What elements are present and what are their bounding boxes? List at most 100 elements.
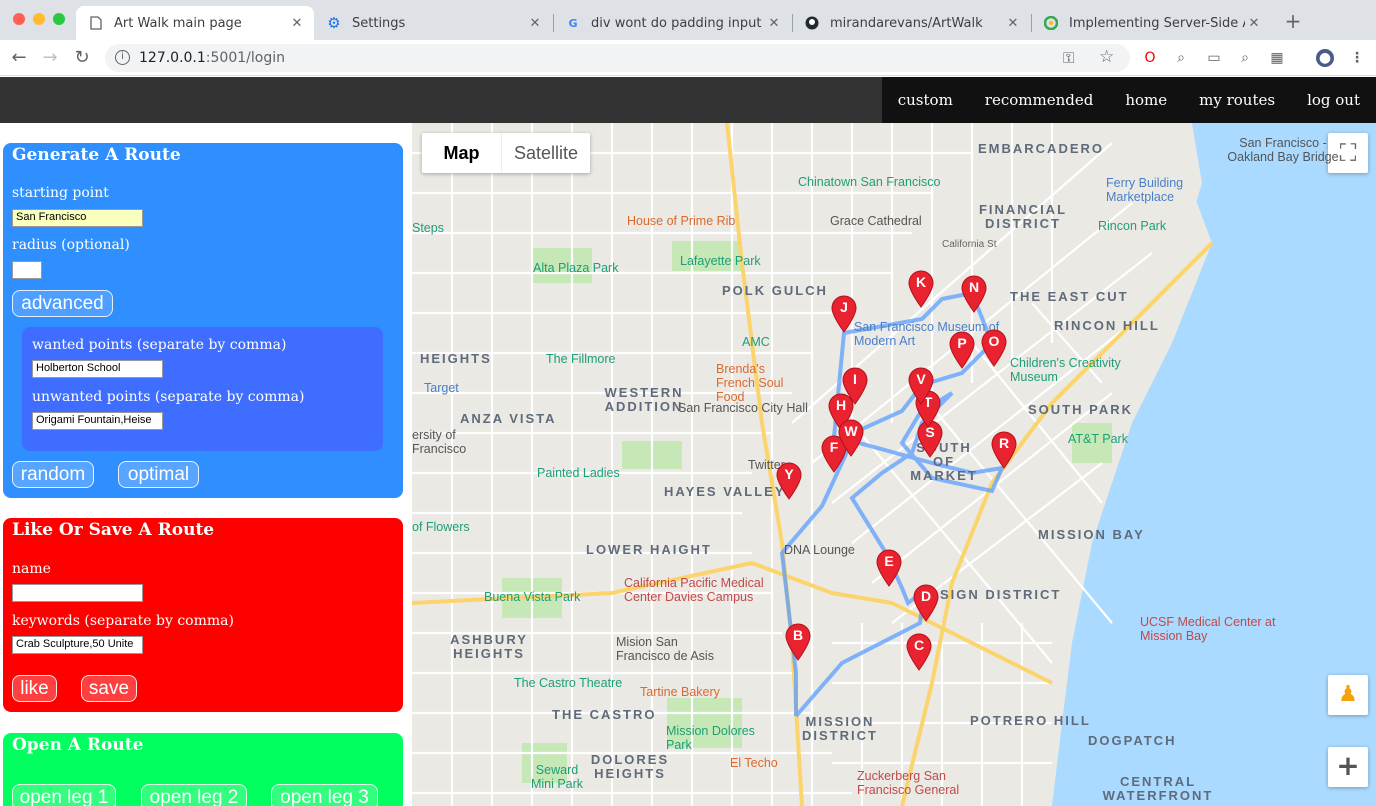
info-icon[interactable]: i — [115, 50, 130, 65]
extension-icon[interactable]: ▦ — [1268, 49, 1286, 67]
pegman-icon[interactable]: ♟ — [1328, 675, 1368, 715]
zoom-in-button[interactable]: + — [1328, 747, 1368, 787]
district-label: DOGPATCH — [1088, 733, 1177, 748]
district-label: HEIGHTS — [420, 351, 492, 366]
place-label: AT&T Park — [1068, 432, 1128, 446]
route-marker-j[interactable]: J — [831, 295, 857, 333]
satellite-button[interactable]: Satellite — [501, 133, 590, 173]
url-host: 127.0.0.1 — [139, 50, 206, 66]
route-marker-d[interactable]: D — [913, 584, 939, 622]
close-tab-icon[interactable]: ✕ — [1245, 16, 1263, 31]
name-label: name — [12, 561, 51, 577]
new-tab-button[interactable]: + — [1282, 10, 1304, 32]
url-text: 127.0.0.1:5001/login — [139, 50, 285, 66]
radius-label: radius (optional) — [12, 237, 130, 253]
district-label: MISSION DISTRICT — [802, 714, 878, 743]
tab-github[interactable]: mirandarevans/ArtWalk ✕ — [792, 6, 1030, 40]
open-leg-3-button[interactable]: open leg 3 — [271, 784, 378, 806]
route-marker-i[interactable]: I — [842, 367, 868, 405]
advanced-button[interactable]: advanced — [12, 290, 113, 317]
profile-avatar[interactable]: ● — [1316, 49, 1334, 67]
place-label: House of Prime Rib — [627, 214, 736, 228]
search-extension-icon-2[interactable]: ⌕ — [1236, 49, 1254, 67]
starting-point-input[interactable]: San Francisco — [12, 209, 143, 227]
tab-google-search[interactable]: G div wont do padding input - Go ✕ — [553, 6, 791, 40]
close-window-button[interactable] — [13, 13, 25, 25]
minimize-window-button[interactable] — [33, 13, 45, 25]
nav-my-routes[interactable]: my routes — [1183, 77, 1291, 123]
name-input[interactable] — [12, 584, 143, 602]
close-tab-icon[interactable]: ✕ — [1004, 16, 1022, 31]
route-marker-e[interactable]: E — [876, 549, 902, 587]
tab-title: Settings — [352, 15, 406, 31]
reload-icon[interactable]: ↻ — [72, 48, 92, 68]
place-label: Chinatown San Francisco — [798, 175, 941, 189]
key-icon[interactable]: ⚿ — [1063, 49, 1074, 67]
district-label: SOUTH PARK — [1028, 402, 1133, 417]
nav-log-out[interactable]: log out — [1291, 77, 1376, 123]
zoom-window-button[interactable] — [53, 13, 65, 25]
place-label: Ferry Building Marketplace — [1106, 176, 1184, 204]
omnibox[interactable]: i 127.0.0.1:5001/login ⚿ ☆ — [105, 44, 1130, 72]
open-route-panel: Open A Route open leg 1 open leg 2 open … — [3, 733, 403, 806]
close-tab-icon[interactable]: ✕ — [288, 16, 306, 31]
wanted-points-input[interactable]: Holberton School — [32, 360, 163, 378]
place-label: UCSF Medical Center at Mission Bay — [1140, 615, 1276, 643]
nav-custom[interactable]: custom — [882, 77, 969, 123]
route-marker-p[interactable]: P — [949, 331, 975, 369]
tab-title: Art Walk main page — [114, 15, 242, 31]
route-marker-o[interactable]: O — [981, 329, 1007, 367]
keywords-input[interactable]: Crab Sculpture,50 Unite — [12, 636, 143, 654]
open-leg-2-button[interactable]: open leg 2 — [141, 784, 247, 806]
screen-extension-icon[interactable]: ▭ — [1205, 49, 1223, 67]
tab-server-auth[interactable]: Implementing Server-Side Auth ✕ — [1031, 6, 1271, 40]
forward-arrow-icon[interactable]: → — [40, 48, 60, 68]
menu-kebab-icon[interactable]: ⋮ — [1348, 49, 1366, 67]
wanted-points-label: wanted points (separate by comma) — [32, 337, 287, 353]
nav-recommended[interactable]: recommended — [969, 77, 1110, 123]
random-button[interactable]: random — [12, 461, 94, 488]
nav-home[interactable]: home — [1109, 77, 1183, 123]
github-icon — [804, 15, 820, 31]
app-navbar: custom recommended home my routes log ou… — [0, 77, 1376, 123]
route-marker-y[interactable]: Y — [776, 462, 802, 500]
map-type-toggle: Map Satellite — [422, 133, 590, 173]
street-label: California St — [942, 239, 997, 250]
opera-icon[interactable]: O — [1141, 49, 1159, 67]
route-marker-k[interactable]: K — [908, 270, 934, 308]
route-marker-c[interactable]: C — [906, 633, 932, 671]
district-label: ANZA VISTA — [460, 411, 557, 426]
open-leg-1-button[interactable]: open leg 1 — [12, 784, 116, 806]
gear-icon: ⚙ — [327, 14, 341, 32]
like-button[interactable]: like — [12, 675, 57, 702]
district-label: LOWER HAIGHT — [586, 542, 712, 557]
site-icon — [1043, 15, 1059, 31]
radius-input[interactable] — [12, 261, 42, 279]
district-label: POLK GULCH — [722, 283, 828, 298]
tab-settings[interactable]: ⚙ Settings ✕ — [314, 6, 552, 40]
unwanted-points-label: unwanted points (separate by comma) — [32, 389, 305, 405]
route-marker-w[interactable]: W — [838, 419, 864, 457]
place-label: DNA Lounge — [784, 543, 855, 557]
district-label: EMBARCADERO — [978, 141, 1104, 156]
close-tab-icon[interactable]: ✕ — [765, 16, 783, 31]
place-label: San Francisco - Oakland Bay Bridge — [1227, 136, 1339, 164]
route-marker-r[interactable]: R — [991, 431, 1017, 469]
url-path: :5001/login — [205, 50, 285, 66]
route-marker-n[interactable]: N — [961, 275, 987, 313]
tab-art-walk[interactable]: Art Walk main page ✕ — [76, 6, 314, 40]
map-view[interactable]: Map Satellite ⛶ ♟ + EMBARCADERO FINANCIA… — [412, 123, 1376, 806]
map-button[interactable]: Map — [422, 133, 501, 173]
unwanted-points-input[interactable]: Origami Fountain,Heise — [32, 412, 163, 430]
place-label: California Pacific Medical Center Davies… — [624, 576, 764, 604]
place-label: ersity of Francisco — [412, 428, 467, 456]
route-marker-v[interactable]: V — [908, 367, 934, 405]
close-tab-icon[interactable]: ✕ — [526, 16, 544, 31]
search-extension-icon[interactable]: ⌕ — [1172, 49, 1190, 67]
optimal-button[interactable]: optimal — [118, 461, 199, 488]
back-arrow-icon[interactable]: ← — [9, 48, 29, 68]
route-marker-b[interactable]: B — [785, 623, 811, 661]
bookmark-star-icon[interactable]: ☆ — [1099, 47, 1114, 67]
save-button[interactable]: save — [81, 675, 137, 702]
advanced-options: wanted points (separate by comma) Holber… — [22, 327, 383, 451]
